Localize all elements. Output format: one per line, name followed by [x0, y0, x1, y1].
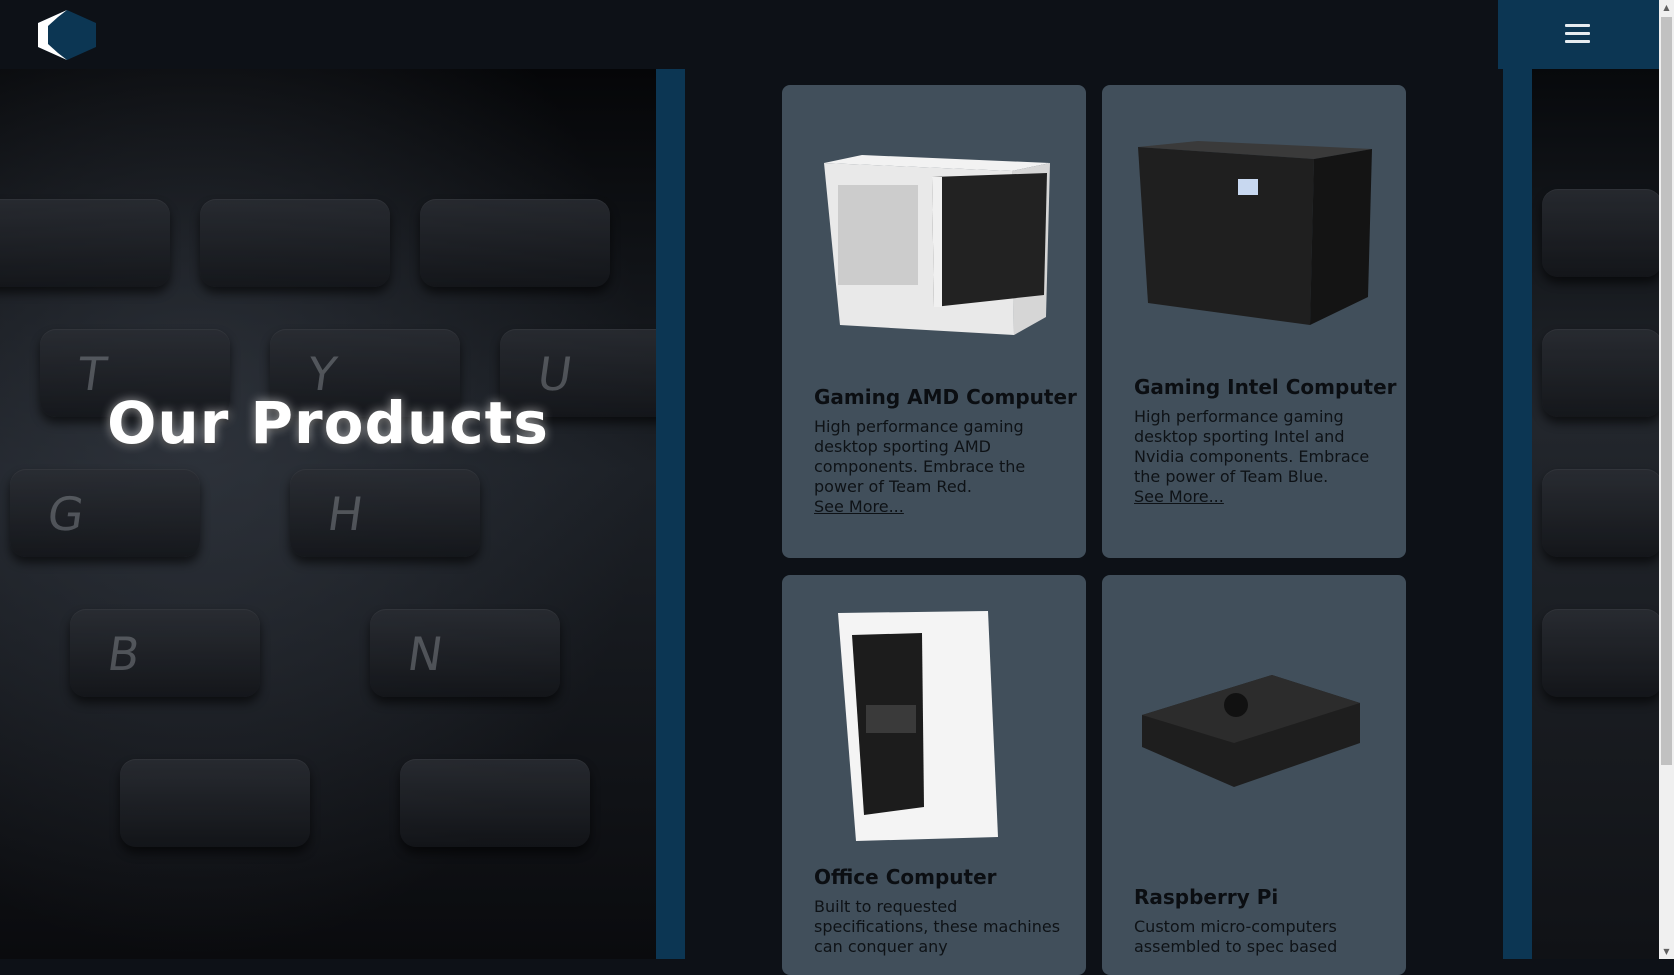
- black-pc-case-image: [1138, 141, 1372, 325]
- product-title: Gaming AMD Computer: [814, 385, 1077, 409]
- hero-keyboard-image: T Y U G H B N Our Products: [0, 69, 656, 959]
- scroll-down-arrow-icon[interactable]: ▼: [1659, 944, 1674, 959]
- keyboard-key: [200, 199, 390, 287]
- keyboard-key: N: [370, 609, 560, 697]
- product-card-raspberry-pi[interactable]: Raspberry Pi Custom micro-computers asse…: [1102, 575, 1406, 975]
- hexagon-logo[interactable]: [34, 9, 100, 61]
- white-tower-case-image: [838, 611, 998, 841]
- keyboard-key: [1542, 609, 1659, 697]
- right-accent-stripe: [1503, 69, 1532, 959]
- page-title: Our Products: [107, 389, 549, 457]
- scroll-up-arrow-icon[interactable]: ▲: [1659, 0, 1674, 15]
- side-keyboard-image: [1532, 69, 1659, 959]
- keyboard-key: [1542, 189, 1659, 277]
- see-more-link[interactable]: See More...: [814, 497, 1064, 517]
- product-description: High performance gaming desktop sporting…: [814, 417, 1064, 517]
- see-more-link[interactable]: See More...: [1134, 487, 1384, 507]
- keyboard-key: [120, 759, 310, 847]
- white-pc-case-image: [824, 155, 1050, 335]
- product-card-amd[interactable]: Gaming AMD Computer High performance gam…: [782, 85, 1086, 558]
- keyboard-key: G: [10, 469, 200, 557]
- top-navigation-bar: [0, 0, 1659, 69]
- raspberry-pi-case-image: [1142, 675, 1360, 787]
- product-description: High performance gaming desktop sporting…: [1134, 407, 1384, 507]
- keyboard-key: [1542, 329, 1659, 417]
- product-description-text: Built to requested specifications, these…: [814, 897, 1061, 956]
- keyboard-key: [0, 199, 170, 287]
- keyboard-key: [420, 199, 610, 287]
- left-accent-stripe: [656, 69, 685, 959]
- hamburger-menu-icon-line: [1565, 32, 1590, 35]
- keyboard-key: [400, 759, 590, 847]
- vertical-scrollbar[interactable]: ▲ ▼: [1659, 0, 1674, 959]
- product-description: Built to requested specifications, these…: [814, 897, 1064, 957]
- keyboard-key: H: [290, 469, 480, 557]
- product-card-intel[interactable]: Gaming Intel Computer High performance g…: [1102, 85, 1406, 558]
- keyboard-key: [1542, 469, 1659, 557]
- product-description-text: High performance gaming desktop sporting…: [814, 417, 1026, 496]
- hamburger-menu-icon-line: [1565, 40, 1590, 43]
- scrollbar-thumb[interactable]: [1661, 17, 1672, 765]
- product-card-office[interactable]: Office Computer Built to requested speci…: [782, 575, 1086, 975]
- keyboard-key: B: [70, 609, 260, 697]
- hamburger-menu-button[interactable]: [1498, 0, 1659, 69]
- product-title: Raspberry Pi: [1134, 885, 1279, 909]
- hamburger-menu-icon: [1565, 24, 1590, 27]
- product-description-text: Custom micro-computers assembled to spec…: [1134, 917, 1338, 956]
- product-description-text: High performance gaming desktop sporting…: [1134, 407, 1370, 486]
- product-description: Custom micro-computers assembled to spec…: [1134, 917, 1384, 957]
- product-title: Gaming Intel Computer: [1134, 375, 1397, 399]
- product-title: Office Computer: [814, 865, 997, 889]
